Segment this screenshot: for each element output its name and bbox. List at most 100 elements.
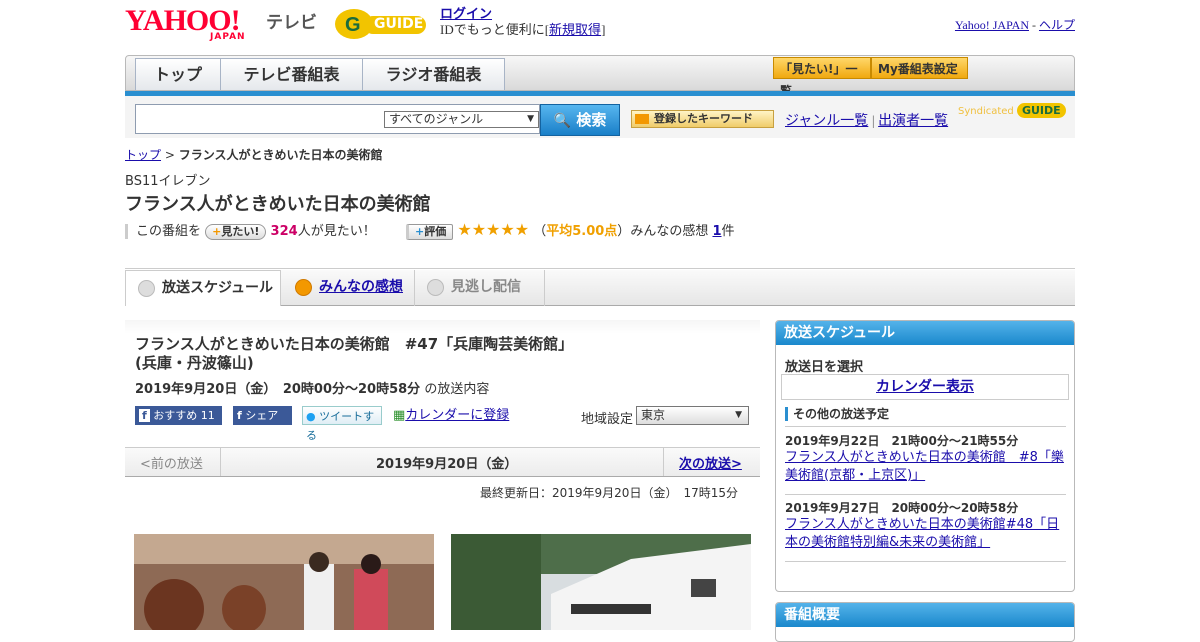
play-icon: [295, 279, 312, 296]
tweet-button[interactable]: ● ツイートする: [302, 406, 382, 442]
region-value: 東京: [641, 408, 666, 422]
breadcrumb-sep: >: [161, 148, 179, 162]
genre-select[interactable]: すべてのジャンル ▼: [384, 111, 539, 128]
login-block: ログイン IDでもっと便利に[新規取得]: [440, 6, 605, 38]
plus-icon: +: [414, 225, 425, 238]
breadcrumb-top-link[interactable]: トップ: [125, 148, 161, 162]
top-right-links: Yahoo! JAPAN - ヘルプ: [955, 16, 1075, 33]
genre-list-link[interactable]: ジャンル一覧: [785, 114, 868, 129]
other-broadcast-date: 2019年9月22日 21時00分～21時55分: [785, 434, 1019, 448]
tv-logo-label: テレビ: [266, 13, 317, 33]
rating-close: ）: [617, 224, 631, 239]
episode-datetime-row: 2019年9月20日（金） 20時00分～20時58分 の放送内容: [135, 378, 489, 397]
recommend-count: 11: [200, 409, 215, 422]
episode-datetime-suffix: の放送内容: [424, 382, 490, 397]
plus-icon: +: [212, 225, 222, 238]
gguide-logo-text: GUIDE: [374, 16, 424, 32]
pager-divider: [220, 448, 221, 476]
gguide-logo[interactable]: G GUIDE: [334, 6, 434, 42]
login-link[interactable]: ログイン: [440, 6, 492, 21]
login-suffix: ]: [601, 22, 606, 37]
facebook-icon: f: [237, 409, 242, 422]
svg-text:G: G: [345, 14, 361, 36]
tab-impressions[interactable]: みんなの感想: [283, 270, 415, 306]
tab-tv-schedule[interactable]: テレビ番組表: [220, 58, 363, 90]
facebook-recommend-button[interactable]: f おすすめ 11: [135, 406, 222, 425]
breadcrumb: トップ > フランス人がときめいた日本の美術館: [125, 146, 382, 163]
my-schedule-button[interactable]: My番組表設定: [871, 57, 968, 79]
summary-sidebar-title: 番組概要: [776, 603, 1074, 627]
calendar-icon: ▦: [393, 408, 406, 423]
other-broadcast-link[interactable]: フランス人がときめいた日本の美術館 #8「樂美術館(京都・上京区)」: [785, 449, 1067, 485]
rating-button[interactable]: +評価: [405, 224, 454, 240]
rating-open: （: [533, 224, 547, 239]
tab-missed-streaming[interactable]: 見逃し配信: [415, 270, 545, 306]
tab-broadcast-schedule[interactable]: 放送スケジュール: [125, 270, 281, 306]
genre-links: ジャンル一覧 | 出演者一覧: [785, 110, 948, 130]
schedule-sidebar: 放送スケジュール 放送日を選択 カレンダー表示 その他の放送予定 2019年9月…: [775, 320, 1075, 592]
current-broadcast-date: 2019年9月20日（金）: [376, 457, 518, 472]
login-prefix: IDでもっと便利に[: [440, 22, 550, 37]
signup-link[interactable]: 新規取得: [549, 22, 601, 37]
help-link[interactable]: ヘルプ: [1039, 18, 1075, 32]
calendar-show-link[interactable]: カレンダー表示: [876, 379, 974, 395]
performer-list-link[interactable]: 出演者一覧: [878, 114, 948, 129]
next-broadcast-link[interactable]: 次の放送>: [679, 453, 742, 472]
keyword-button[interactable]: 登録したキーワード: [631, 110, 774, 128]
recommend-label: おすすめ: [153, 409, 198, 422]
facebook-share-button[interactable]: f シェア: [233, 406, 292, 425]
pottery-scene-image: [134, 534, 434, 630]
prev-broadcast[interactable]: <前の放送: [140, 453, 203, 472]
other-broadcast-date: 2019年9月27日 20時00分～20時58分: [785, 501, 1019, 515]
episode-photo-pottery: [134, 534, 434, 630]
facebook-icon: f: [139, 409, 150, 422]
want-suffix: 人が見たい！: [297, 224, 376, 239]
program-subtabs: 放送スケジュール みんなの感想 見逃し配信: [125, 270, 1075, 306]
page-title: フランス人がときめいた日本の美術館: [125, 194, 431, 215]
other-broadcast-link[interactable]: フランス人がときめいた日本の美術館#48「日本の美術館特別編&未来の美術館」: [785, 516, 1067, 552]
episode-title: フランス人がときめいた日本の美術館 #47「兵庫陶芸美術館」(兵庫・丹波篠山): [135, 335, 574, 372]
dropdown-arrow-icon: ▼: [735, 410, 742, 420]
channel-name: BS11イレブン: [125, 174, 211, 189]
tab-top[interactable]: トップ: [135, 58, 221, 90]
rating-average: 平均5.00点: [546, 224, 618, 239]
pager-divider: [663, 448, 664, 476]
divider: [785, 426, 1066, 427]
schedule-sidebar-title: 放送スケジュール: [776, 321, 1074, 345]
syndicated-gguide-logo: Syndicated GUIDE: [958, 103, 1066, 118]
region-select[interactable]: 東京 ▼: [636, 406, 749, 425]
yahoo-japan-link[interactable]: Yahoo! JAPAN: [955, 18, 1029, 32]
episode-photo-museum: [451, 534, 751, 630]
impressions-label: みんなの感想: [630, 224, 709, 239]
keyword-button-label: 登録したキーワード: [654, 112, 753, 125]
want-count: 324: [270, 224, 298, 239]
link-separator: -: [1028, 18, 1039, 32]
want-prefix: この番組を: [125, 224, 202, 239]
tabs-divider: [125, 268, 1075, 269]
gguide-small-logo: GUIDE: [1016, 103, 1066, 118]
divider: [785, 494, 1066, 495]
chevron-down-icon: [138, 280, 155, 297]
main-nav: トップ テレビ番組表 ラジオ番組表 「見たい!」一覧 My番組表設定: [125, 55, 1075, 98]
calendar-register-link[interactable]: カレンダーに登録: [405, 408, 509, 423]
japan-logo-text: JAPAN: [210, 32, 246, 42]
search-button[interactable]: 🔍 検索: [540, 104, 620, 136]
tab-label: 放送スケジュール: [162, 280, 274, 296]
other-schedule-head: その他の放送予定: [785, 407, 1073, 421]
search-icon: 🔍: [553, 113, 572, 129]
syndicated-label: Syndicated: [958, 106, 1014, 117]
summary-sidebar: 番組概要: [775, 602, 1075, 642]
breadcrumb-current: フランス人がときめいた日本の美術館: [178, 148, 383, 162]
episode-datetime: 2019年9月20日（金） 20時00分～20時58分: [135, 382, 421, 397]
want-button[interactable]: +見たい!: [205, 224, 267, 240]
choose-date-label: 放送日を選択: [785, 360, 864, 375]
genre-selected: すべてのジャンル: [389, 112, 484, 126]
share-label: シェア: [245, 409, 279, 422]
yahoo-japan-logo[interactable]: YAHOO! JAPAN: [125, 6, 260, 43]
calendar-register: ▦カレンダーに登録: [393, 406, 523, 425]
want-list-button[interactable]: 「見たい!」一覧: [773, 57, 871, 98]
last-updated: 最終更新日：2019年9月20日（金） 17時15分: [480, 486, 738, 500]
want-button-label: 見たい!: [221, 225, 260, 238]
impressions-count-link[interactable]: 1: [712, 224, 721, 239]
tab-radio-schedule[interactable]: ラジオ番組表: [362, 58, 505, 90]
